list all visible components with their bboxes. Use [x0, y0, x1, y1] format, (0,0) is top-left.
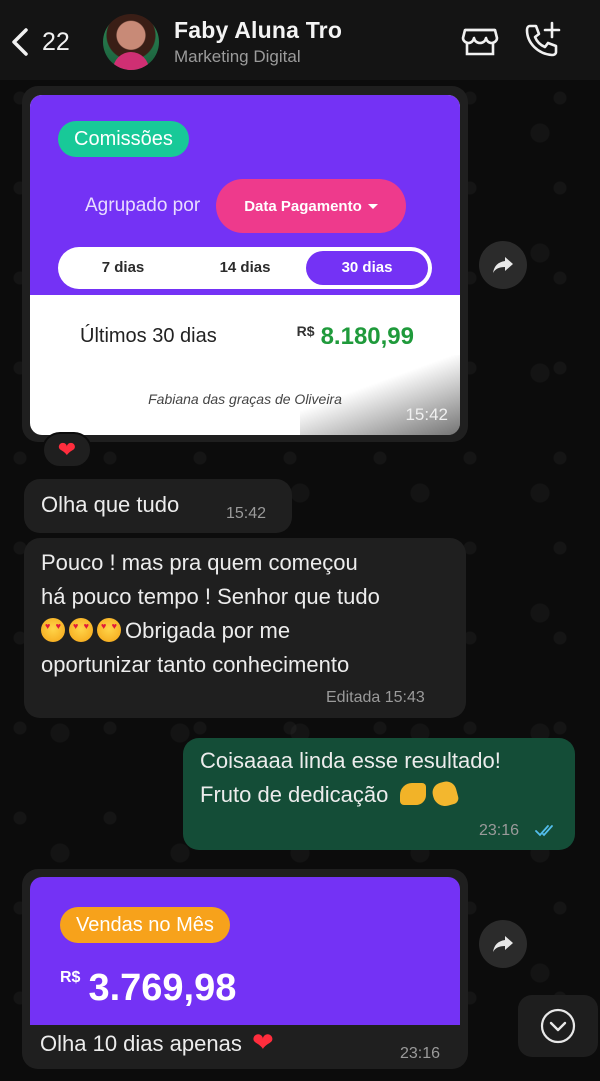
unread-count: 22 [42, 27, 70, 56]
tab-14-dias: 14 dias [219, 259, 271, 276]
message-text: Olha que tudo [41, 492, 180, 517]
comissoes-pill: Comissões [58, 121, 189, 157]
heart-icon: ❤ [57, 437, 77, 462]
period-tabs: 7 dias 14 dias 30 dias [58, 247, 432, 289]
message-time: 23:16 [400, 1045, 441, 1062]
forward-button[interactable] [479, 241, 527, 289]
period-label: Últimos 30 dias [80, 325, 217, 347]
flexed-biceps-emoji-icon [400, 783, 427, 805]
sales-screenshot[interactable]: Vendas no Mês R$ 3.769,98 [30, 877, 460, 1025]
store-button[interactable] [460, 20, 500, 60]
contact-subtitle: Marketing Digital [174, 47, 301, 66]
back-button[interactable]: 22 [10, 22, 70, 62]
heart-eyes-emoji-icon [69, 618, 93, 642]
message-line: Fruto de dedicação [200, 782, 389, 807]
caret-down-icon [367, 203, 378, 209]
read-receipt-icon [535, 825, 553, 837]
heart-icon: ❤ [251, 1027, 274, 1057]
group-by-label: Agrupado por [85, 195, 201, 216]
outgoing-message-bubble[interactable]: Coisaaaa linda esse resultado! Fruto de … [183, 738, 575, 850]
storefront-icon [461, 28, 499, 56]
add-call-button[interactable] [522, 20, 562, 60]
message-line: Obrigada por me [125, 618, 291, 643]
contact-avatar[interactable] [103, 14, 159, 70]
contact-name: Faby Aluna Tro [174, 17, 343, 43]
message-time: 23:16 [479, 822, 520, 839]
forward-button[interactable] [479, 920, 527, 968]
vendas-pill: Vendas no Mês [60, 907, 230, 943]
message-time: Editada 15:43 [326, 689, 425, 706]
commission-screenshot[interactable]: Comissões Agrupado por Data Pagamento 7 … [30, 95, 460, 435]
message-caption: Olha 10 dias apenas [40, 1031, 242, 1056]
message-bubble[interactable]: Pouco ! mas pra quem começou há pouco te… [24, 538, 466, 718]
group-by-select: Data Pagamento [216, 179, 406, 233]
sales-amount: R$ 3.769,98 [60, 967, 237, 1009]
clapping-hands-emoji-icon [429, 779, 460, 809]
reaction-badge[interactable]: ❤ [42, 432, 92, 468]
tab-30-dias: 30 dias [306, 251, 428, 285]
message-line: oportunizar tanto conhecimento [41, 652, 350, 677]
edited-label: Editada [326, 689, 381, 706]
chevron-left-icon [12, 28, 28, 56]
heart-eyes-emoji-icon [97, 618, 121, 642]
message-time: 15:42 [226, 505, 267, 522]
message-line: há pouco tempo ! Senhor que tudo [41, 584, 380, 609]
contact-info[interactable]: Faby Aluna Tro Marketing Digital [174, 17, 342, 67]
heart-eyes-emoji-icon [41, 618, 65, 642]
message-line: Coisaaaa linda esse resultado! [200, 748, 501, 773]
forward-icon [493, 936, 513, 952]
message-bubble[interactable]: Olha que tudo 15:42 [24, 479, 292, 533]
tab-7-dias: 7 dias [101, 259, 145, 276]
message-time: 15:42 [405, 405, 448, 424]
phone-plus-icon [525, 21, 561, 57]
commission-amount: R$ 8.180,99 [296, 323, 414, 350]
message-line: Pouco ! mas pra quem começou [41, 550, 358, 575]
forward-icon [493, 257, 513, 273]
scroll-to-bottom-button[interactable] [518, 995, 598, 1057]
chevron-down-circle-icon [540, 1008, 576, 1044]
chat-header: 22 Faby Aluna Tro Marketing Digital [0, 0, 600, 80]
